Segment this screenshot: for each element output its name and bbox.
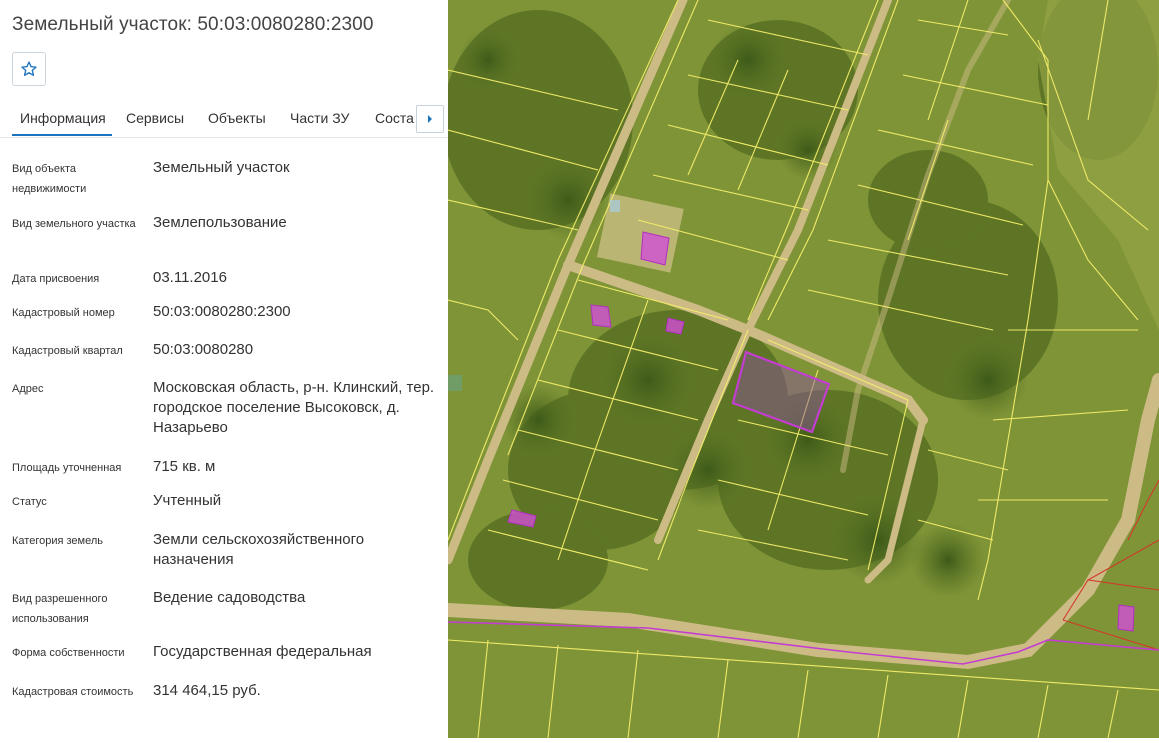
tab-information[interactable]: Информация	[12, 110, 112, 136]
tab-parts[interactable]: Части ЗУ	[290, 110, 349, 126]
field-label: Статус	[12, 496, 47, 508]
field-value: 50:03:0080280:2300	[153, 303, 291, 320]
page-title: Земельный участок: 50:03:0080280:2300	[12, 14, 374, 35]
field-value: Землепользование	[153, 214, 287, 231]
field-label: Вид земельного участка	[12, 218, 136, 230]
tab-bar: Информация Сервисы Объекты Части ЗУ Сост…	[0, 100, 448, 138]
field-value: Государственная федеральная	[153, 643, 372, 660]
field-label: Кадастровый квартал	[12, 345, 123, 357]
field-value: Ведение садоводства	[153, 589, 306, 606]
field-value: Земельный участок	[153, 159, 290, 176]
field-value: 50:03:0080280	[153, 341, 254, 358]
tab-services[interactable]: Сервисы	[126, 110, 184, 126]
field-label: Категория земель	[12, 535, 103, 547]
favorite-button[interactable]	[12, 52, 46, 86]
field-label: Вид объекта недвижимости	[12, 163, 87, 195]
cadastral-map[interactable]	[441, 0, 1159, 739]
field-value: 314 464,15 руб.	[153, 682, 261, 699]
small-structure	[610, 200, 620, 212]
field-value: Земли сельскохозяйственного назначения	[153, 531, 365, 568]
field-label: Площадь уточненная	[12, 462, 122, 474]
tab-composition[interactable]: Состав	[375, 110, 415, 126]
info-panel: Земельный участок: 50:03:0080280:2300 Ин…	[0, 0, 448, 738]
tabs-next-button[interactable]	[416, 105, 444, 133]
field-value: 03.11.2016	[153, 269, 227, 286]
field-label: Форма собственности	[12, 647, 125, 659]
tab-objects[interactable]: Объекты	[208, 110, 266, 126]
small-structure	[448, 375, 462, 391]
field-label: Кадастровая стоимость	[12, 686, 134, 698]
field-value: Московская область, р-н. Клинский, тер. …	[153, 379, 435, 436]
field-label: Вид разрешенного использования	[12, 593, 108, 625]
field-label: Адрес	[12, 383, 44, 395]
field-value: Учтенный	[153, 492, 222, 509]
satellite-map-canvas[interactable]	[441, 0, 1159, 739]
chevron-right-icon	[428, 115, 432, 123]
star-outline-icon	[21, 61, 37, 76]
field-label: Дата присвоения	[12, 273, 100, 285]
field-label: Кадастровый номер	[12, 307, 115, 319]
field-value: 715 кв. м	[153, 458, 216, 475]
